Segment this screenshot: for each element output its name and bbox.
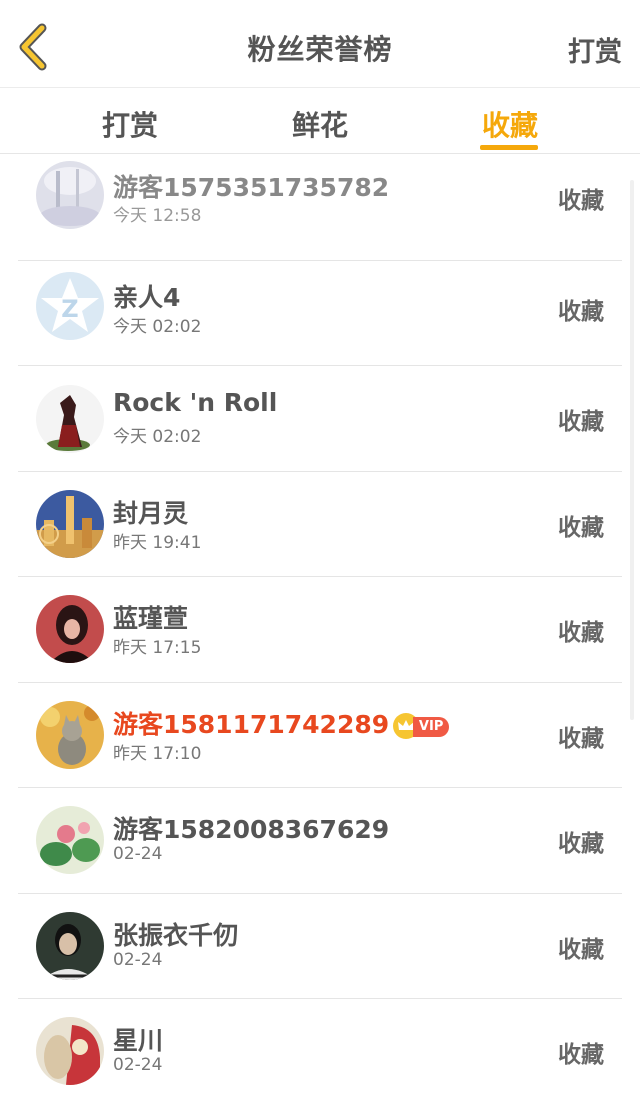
- tab-flowers[interactable]: 鲜花: [260, 104, 380, 144]
- top-bar: 粉丝荣誉榜 打赏: [0, 0, 640, 88]
- fan-time: 昨天 17:10: [113, 743, 202, 764]
- fan-time: 今天 02:02: [113, 316, 202, 337]
- avatar: [36, 700, 104, 769]
- fan-name: 封月灵: [113, 498, 189, 528]
- fan-action-label: 收藏: [558, 409, 604, 435]
- page-title: 粉丝荣誉榜: [247, 33, 393, 66]
- list-item[interactable]: 游客1581171742289 VIP 昨天 17:10 收藏: [0, 683, 640, 789]
- fan-time: 今天 12:58: [113, 206, 202, 226]
- tab-favorites[interactable]: 收藏: [450, 104, 570, 144]
- fan-name-text: 游客1581171742289: [113, 709, 390, 739]
- fan-time: 昨天 17:15: [113, 638, 202, 658]
- fan-name: 星川: [113, 1026, 164, 1055]
- avatar: [36, 911, 104, 980]
- list-item[interactable]: 游客1582008367629 02-24 收藏: [0, 788, 640, 894]
- list-scrollbar[interactable]: [630, 180, 634, 720]
- fan-name: 游客1575351735782: [113, 173, 390, 202]
- fan-time: 02-24: [113, 1055, 163, 1075]
- avatar: [36, 806, 104, 874]
- fan-action-label: 收藏: [558, 514, 604, 541]
- svg-text:Z: Z: [61, 295, 78, 323]
- fan-name: 游客1581171742289 VIP: [113, 705, 450, 741]
- list-item[interactable]: 封月灵 昨天 19:41 收藏: [0, 472, 640, 578]
- list-item[interactable]: Rock 'n Roll 今天 02:02 收藏: [0, 366, 640, 472]
- list-item[interactable]: Z 亲人4 今天 02:02 收藏: [0, 261, 640, 367]
- fan-action-label: 收藏: [558, 620, 604, 646]
- active-tab-indicator: [480, 145, 538, 150]
- reward-button[interactable]: 打赏: [568, 30, 622, 69]
- fan-action-label: 收藏: [558, 831, 604, 857]
- list-item[interactable]: 张振衣千仞 02-24 收藏: [0, 894, 640, 1000]
- list-item[interactable]: 游客1575351735782 今天 12:58 收藏: [0, 155, 640, 261]
- fan-name: 蓝瑾萱: [113, 604, 189, 633]
- avatar: [36, 489, 104, 558]
- fan-time: 02-24: [113, 844, 163, 864]
- avatar: [36, 595, 104, 663]
- fan-list[interactable]: 游客1575351735782 今天 12:58 收藏 Z 亲人4 今天 02:…: [0, 155, 640, 1104]
- avatar: [36, 1017, 104, 1085]
- avatar: [36, 161, 104, 229]
- fan-time: 昨天 19:41: [113, 532, 202, 553]
- avatar: Z: [36, 271, 104, 340]
- avatar: [36, 385, 104, 453]
- fan-name: 张振衣千仞: [113, 920, 239, 950]
- fan-action-label: 收藏: [558, 188, 604, 214]
- fan-time: 今天 02:02: [113, 427, 202, 447]
- vip-badge: VIP: [393, 712, 450, 739]
- fan-name: 游客1582008367629: [113, 815, 390, 844]
- fan-action-label: 收藏: [558, 725, 604, 752]
- tab-bar: 打赏 鲜花 收藏: [0, 88, 640, 154]
- tab-reward[interactable]: 打赏: [70, 104, 190, 144]
- fan-action-label: 收藏: [558, 936, 604, 963]
- fan-time: 02-24: [113, 949, 163, 970]
- list-item[interactable]: 星川 02-24 收藏: [0, 999, 640, 1104]
- fan-name: 亲人4: [113, 282, 181, 312]
- fan-name: Rock 'n Roll: [113, 388, 278, 417]
- fan-action-label: 收藏: [558, 298, 604, 325]
- vip-label: VIP: [413, 716, 450, 737]
- fan-action-label: 收藏: [558, 1042, 604, 1068]
- list-item[interactable]: 蓝瑾萱 昨天 17:15 收藏: [0, 577, 640, 683]
